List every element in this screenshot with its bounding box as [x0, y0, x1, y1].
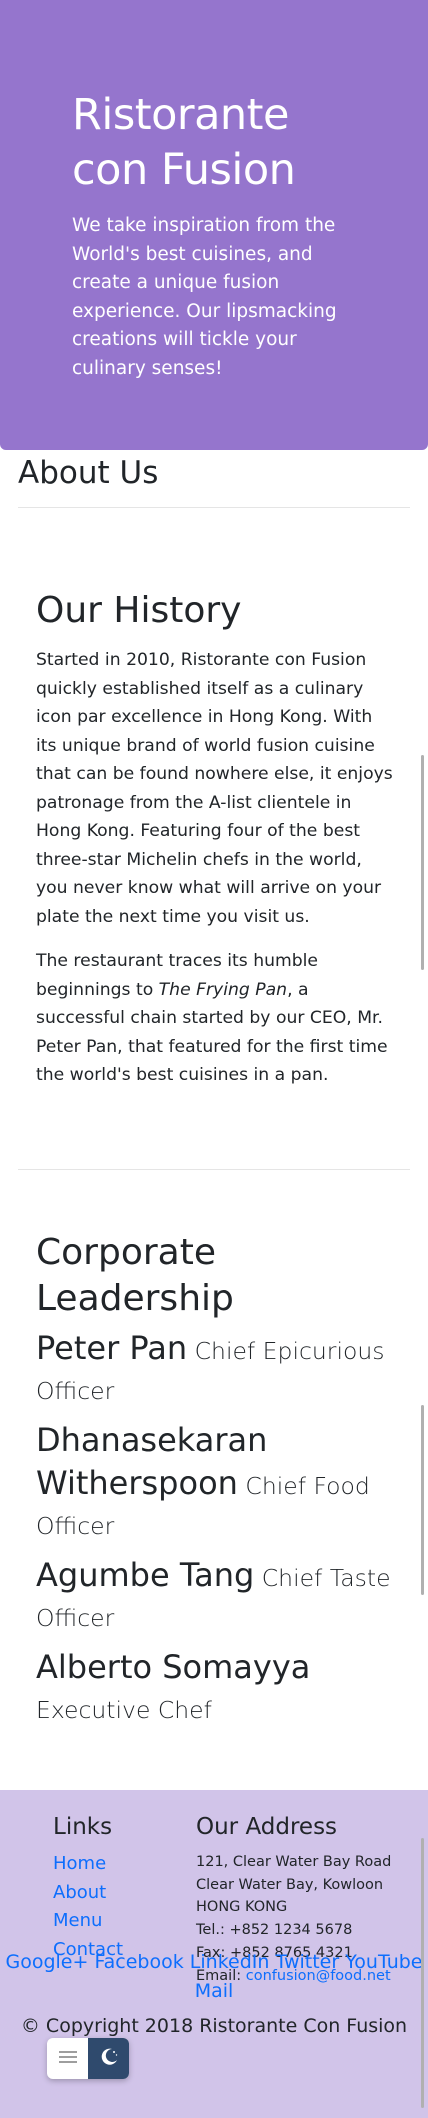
- social-links: Google+ Facebook LinkedIn Twitter YouTub…: [0, 1948, 428, 2006]
- leadership-title: Corporate Leadership: [36, 1232, 234, 1319]
- copyright: © Copyright 2018 Ristorante Con Fusion: [20, 2015, 408, 2037]
- history-paragraph-1: Started in 2010, Ristorante con Fusion q…: [36, 650, 393, 927]
- menu-icon: [58, 2049, 77, 2068]
- social-link-youtube[interactable]: YouTube: [345, 1951, 422, 1973]
- divider: [18, 507, 410, 508]
- leader-item: Agumbe Tang Chief Taste Officer: [36, 1555, 398, 1638]
- history-section: Our History Started in 2010, Ristorante …: [36, 588, 398, 1090]
- phone-line: Tel.: +852 1234 5678: [196, 1922, 353, 1939]
- history-paragraph-2: The restaurant traces its humble beginni…: [36, 947, 398, 1090]
- floating-toolbar: [47, 2038, 129, 2079]
- site-title: Ristorante con Fusion: [72, 88, 358, 198]
- leader-item: Alberto Somayya Executive Chef: [36, 1647, 398, 1730]
- social-link-facebook[interactable]: Facebook: [94, 1951, 183, 1973]
- address-line: Clear Water Bay, Kowloon: [196, 1876, 384, 1893]
- history-title: Our History: [36, 590, 242, 631]
- social-link-linkedin[interactable]: LinkedIn: [190, 1951, 270, 1973]
- divider: [18, 1169, 410, 1170]
- tagline: We take inspiration from the World's bes…: [72, 215, 337, 379]
- links-heading: Links: [53, 1814, 113, 1840]
- jumbotron: Ristorante con Fusion We take inspiratio…: [0, 0, 428, 450]
- site-title-line-1: Ristorante: [72, 90, 290, 140]
- page-title: About Us: [18, 455, 159, 491]
- frying-pan-emphasis: The Frying Pan: [158, 979, 288, 1000]
- leader-name: Alberto Somayya: [36, 1648, 311, 1686]
- footer-link-menu[interactable]: Menu: [53, 1907, 123, 1936]
- leader-name: Dhanasekaran Witherspoon: [36, 1421, 268, 1502]
- address-heading: Our Address: [196, 1814, 338, 1840]
- address-line: 121, Clear Water Bay Road: [196, 1854, 392, 1870]
- footer-links: Links Home About Menu Contact: [53, 1812, 123, 1964]
- leader-item: Dhanasekaran Witherspoon Chief Food Offi…: [36, 1420, 398, 1546]
- leadership-section: Corporate Leadership Peter Pan Chief Epi…: [36, 1230, 398, 1730]
- footer-link-about[interactable]: About: [53, 1879, 123, 1908]
- dark-mode-toggle[interactable]: [88, 2038, 129, 2079]
- leader-item: Peter Pan Chief Epicurious Officer: [36, 1328, 398, 1411]
- address-line: HONG KONG: [196, 1899, 288, 1916]
- leader-name: Agumbe Tang: [36, 1556, 255, 1594]
- scrollbar-leadership[interactable]: [421, 1405, 424, 1595]
- leader-name: Peter Pan: [36, 1329, 188, 1367]
- social-link-mail[interactable]: Mail: [195, 1980, 234, 2002]
- social-link-googleplus[interactable]: Google+: [6, 1951, 89, 1973]
- site-title-line-2: con Fusion: [72, 145, 296, 195]
- social-link-twitter[interactable]: Twitter: [275, 1951, 339, 1973]
- scrollbar-history[interactable]: [421, 755, 424, 970]
- moon-icon: [99, 2047, 119, 2071]
- footer-link-home[interactable]: Home: [53, 1850, 123, 1879]
- scrollbar-footer[interactable]: [421, 1838, 424, 2108]
- menu-button[interactable]: [47, 2038, 88, 2079]
- leader-role: Executive Chef: [36, 1696, 212, 1724]
